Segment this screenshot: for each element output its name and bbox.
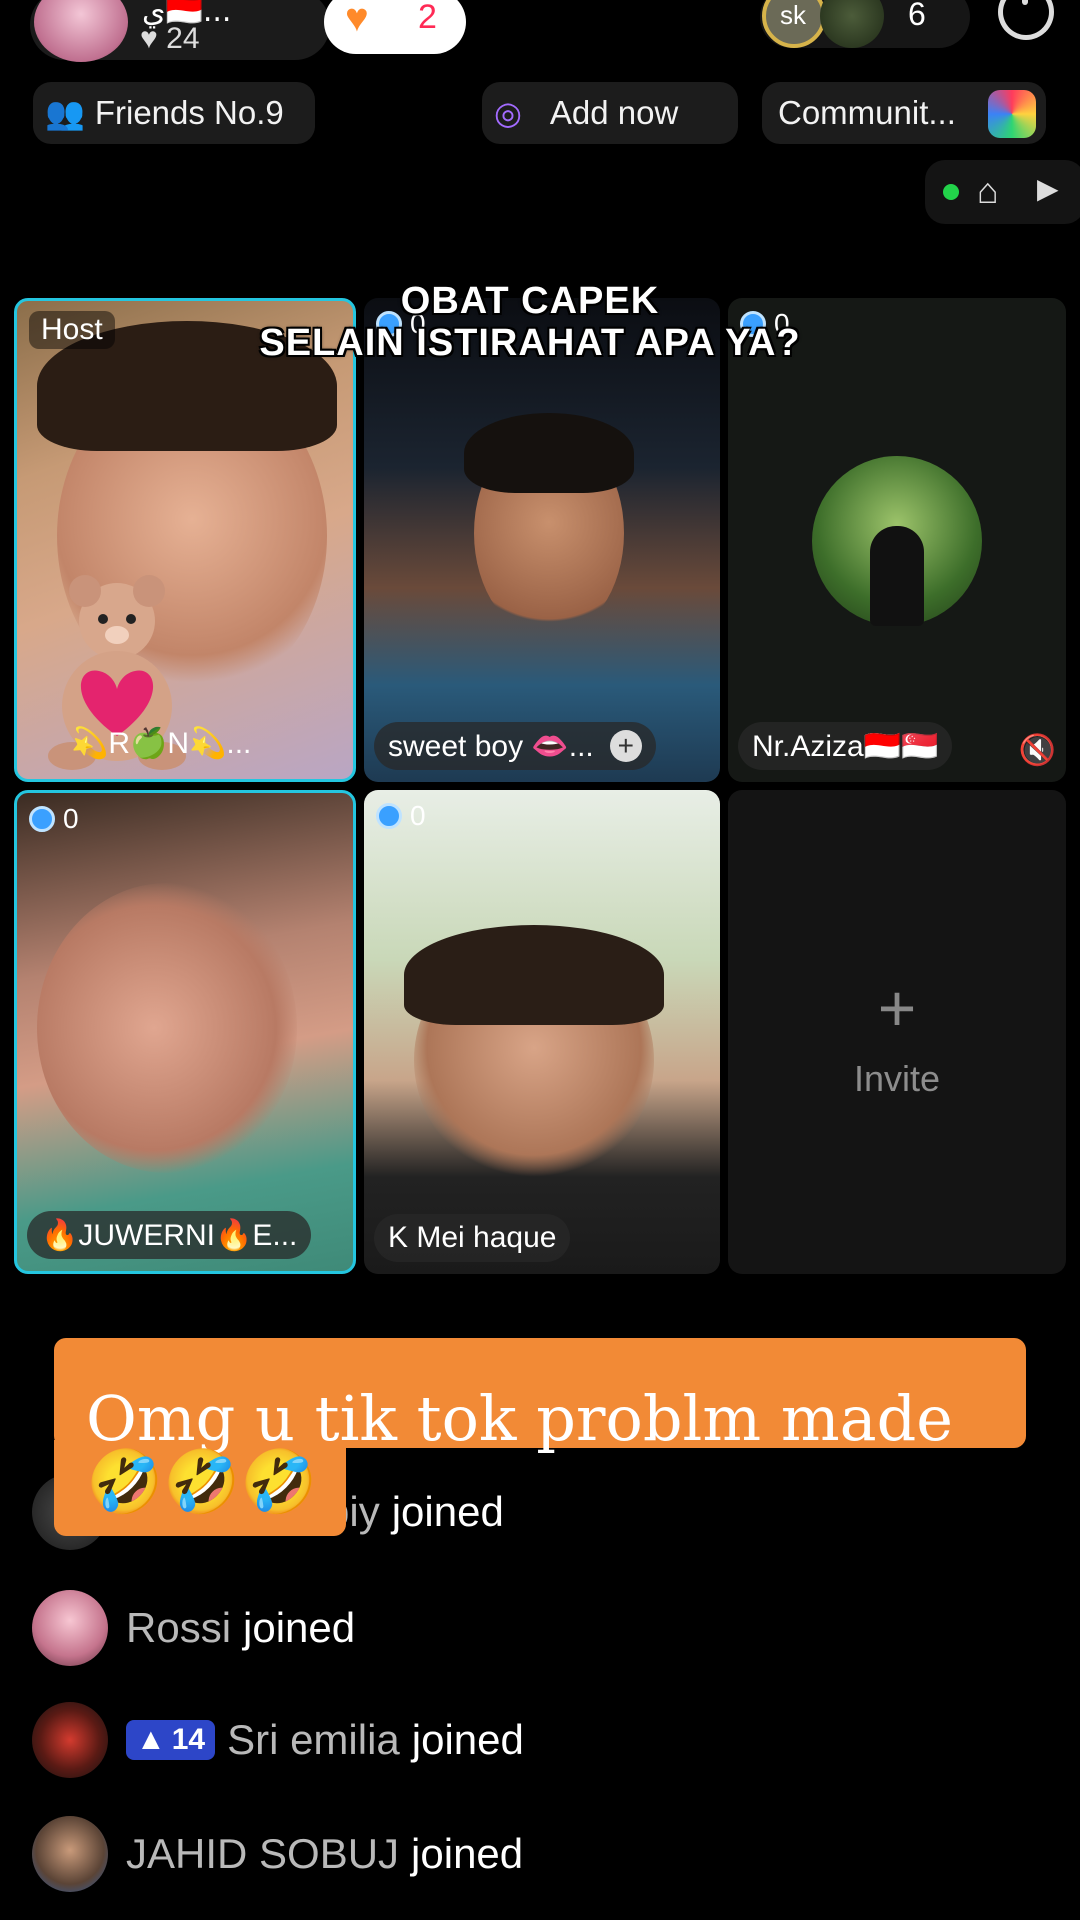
viewer-avatar-text: sk xyxy=(780,0,806,30)
feed-item: Rossi joined xyxy=(32,1590,355,1666)
follow-plus-icon[interactable]: + xyxy=(609,730,642,762)
guest-video xyxy=(37,883,297,1173)
join-action: joined xyxy=(411,1830,524,1877)
guest-name: sweet boy 👄... xyxy=(388,729,594,763)
invite-tile[interactable]: + Invite xyxy=(728,790,1066,1274)
community-chip[interactable]: Communit... xyxy=(762,82,1046,144)
guest-tile-5[interactable]: 0 K Mei haque xyxy=(364,790,720,1274)
user-name[interactable]: Rossi xyxy=(126,1604,231,1652)
power-icon[interactable] xyxy=(998,0,1054,40)
avatar[interactable] xyxy=(32,1702,108,1778)
friends-chip[interactable]: 👥 Friends No.9 xyxy=(33,82,315,144)
guest-name: K Mei haque xyxy=(374,1214,571,1262)
guest-tile-4[interactable]: 0 🔥JUWERNI🔥E... xyxy=(14,790,356,1274)
comment-emoji: 🤣🤣🤣 xyxy=(86,1448,318,1517)
coin-counter: 0 xyxy=(29,803,79,835)
coin-icon xyxy=(29,806,55,832)
friends-label: Friends No.9 xyxy=(94,94,284,131)
coin-icon xyxy=(376,803,402,829)
coin-counter: 0 xyxy=(376,800,426,832)
hair xyxy=(464,413,634,493)
guest-name: Nr.Aziza🇮🇩🇸🇬 xyxy=(738,722,953,770)
guest-tile-2[interactable]: 0 sweet boy 👄... + xyxy=(364,298,720,782)
level-badge: ▲ 14 xyxy=(126,1720,216,1760)
tiktok-logo-icon xyxy=(988,90,1036,138)
avatar[interactable] xyxy=(32,1590,108,1666)
user-name[interactable]: Sri emilia xyxy=(227,1716,400,1764)
coin-count: 0 xyxy=(63,803,79,834)
home-icon[interactable]: ⌂ xyxy=(977,170,999,212)
coin-count: 0 xyxy=(410,800,426,831)
hair xyxy=(404,925,664,1025)
guest-name: 🔥JUWERNI🔥E... xyxy=(27,1211,312,1259)
topic-line-2: SELAIN ISTIRAHAT APA YA? xyxy=(259,322,801,364)
target-icon: ◎ xyxy=(494,95,522,131)
people-icon: 👥 xyxy=(45,95,85,131)
feed-item: ▲ 14 Sri emilia joined xyxy=(32,1702,524,1778)
topic-line-1: OBAT CAPEK xyxy=(400,280,660,322)
level-number: 14 xyxy=(171,1723,206,1756)
viewer-count: 6 xyxy=(908,0,926,32)
add-now-chip[interactable]: ◎ Add now xyxy=(482,82,738,144)
invite-label: Invite xyxy=(853,1058,941,1099)
mic-muted-icon: 🔇 xyxy=(1018,734,1056,767)
avatar[interactable] xyxy=(32,1816,108,1892)
plus-icon: + xyxy=(877,971,917,1045)
mini-control[interactable]: ⌂ ▶ xyxy=(925,160,1080,224)
guest-avatar xyxy=(812,456,982,626)
guest-name: 💫R🍏N💫... xyxy=(71,726,252,760)
join-action: joined xyxy=(391,1488,504,1535)
top-bar: ي🇮🇩... ♥ 24 ♥ 2 sk 6 xyxy=(0,0,1080,70)
join-action: joined xyxy=(243,1604,356,1651)
gift-count: 2 xyxy=(418,0,437,36)
join-action: joined xyxy=(411,1716,524,1763)
guest-tile-3[interactable]: 0 Nr.Aziza🇮🇩🇸🇬 🔇 xyxy=(728,298,1066,782)
guest-name-tag[interactable]: sweet boy 👄... + xyxy=(374,722,656,770)
likes-count: 24 xyxy=(166,22,200,55)
heart-icon: ♥ xyxy=(140,22,158,55)
play-arrow-icon[interactable]: ▶ xyxy=(1037,172,1059,205)
level-icon: ▲ xyxy=(136,1723,166,1756)
comment-text: Omg u tik tok problm made xyxy=(86,1382,954,1455)
community-label: Communit... xyxy=(778,94,956,131)
add-now-label: Add now xyxy=(549,94,679,131)
feed-item: JAHID SOBUJ joined xyxy=(32,1816,523,1892)
host-likes: ♥ 24 xyxy=(140,22,200,56)
user-name[interactable]: JAHID SOBUJ xyxy=(126,1830,399,1878)
guest-tile-host[interactable]: Host 💫R🍏N💫... xyxy=(14,298,356,782)
heart-icon: ♥ xyxy=(345,0,369,40)
status-dot xyxy=(943,184,959,200)
